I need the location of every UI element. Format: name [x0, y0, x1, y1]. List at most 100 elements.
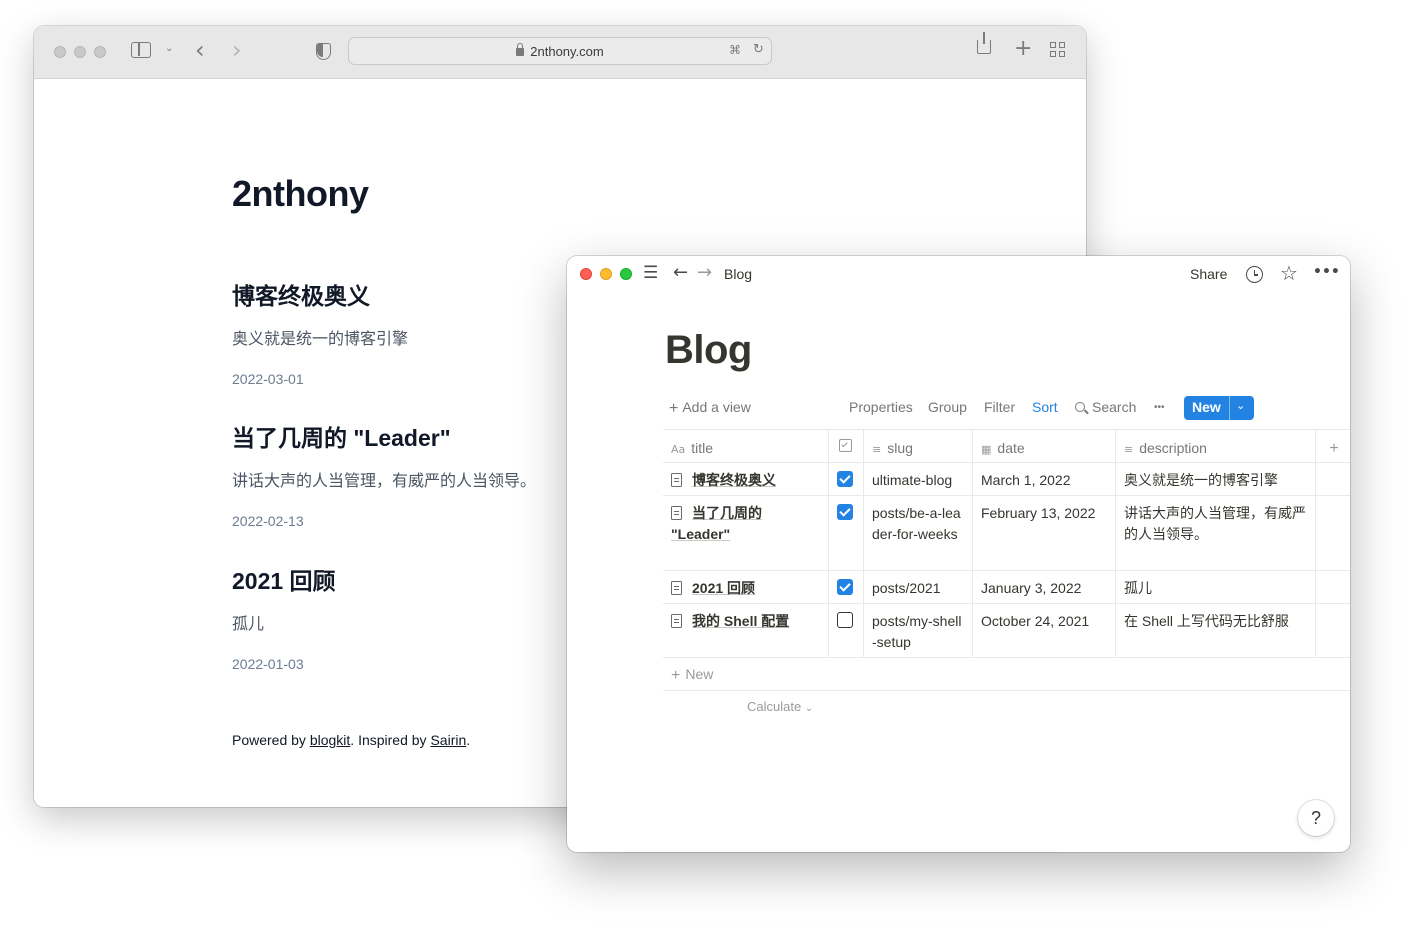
site-title[interactable]: 2nthony: [232, 173, 369, 215]
row-date[interactable]: February 13, 2022: [973, 496, 1116, 570]
column-header-title[interactable]: Aa title: [663, 430, 829, 462]
notion-window: ☰ ← → Blog Share ☆ ••• Blog + Add a view …: [567, 256, 1350, 852]
chevron-down-icon[interactable]: ⌄: [165, 43, 173, 54]
post-date: 2022-03-01: [232, 371, 304, 387]
page-icon: [671, 506, 682, 520]
new-record-button[interactable]: New ⌄: [1184, 396, 1254, 420]
new-row-area: [663, 658, 1350, 691]
properties-button[interactable]: Properties: [849, 399, 913, 415]
row-checkbox[interactable]: [837, 612, 853, 628]
url-text: 2nthony.com: [530, 44, 604, 59]
tab-overview-icon[interactable]: [1050, 42, 1066, 58]
back-arrow-icon[interactable]: ←: [673, 262, 688, 283]
column-header-slug[interactable]: ≡ slug: [864, 430, 973, 462]
calendar-icon: ▦: [981, 443, 992, 456]
table-row[interactable]: 博客终极奥义 ultimate-blog March 1, 2022 奥义就是统…: [663, 463, 1350, 496]
translate-icon[interactable]: ⌘: [729, 43, 741, 57]
post-title[interactable]: 2021 回顾: [232, 562, 336, 596]
column-header-description[interactable]: ≡ description: [1116, 430, 1316, 462]
row-date[interactable]: January 3, 2022: [973, 571, 1116, 603]
row-title[interactable]: 博客终极奥义: [692, 472, 776, 488]
calculate-button[interactable]: Calculate ⌄: [747, 699, 813, 714]
more-options-icon[interactable]: •••: [1313, 264, 1340, 280]
menu-icon[interactable]: ☰: [643, 263, 658, 283]
search-button[interactable]: Search: [1075, 399, 1136, 415]
sidebar-icon[interactable]: [131, 42, 151, 58]
text-lines-icon: ≡: [872, 443, 882, 456]
row-date[interactable]: October 24, 2021: [973, 604, 1116, 657]
row-description[interactable]: 孤儿: [1116, 571, 1316, 603]
row-checkbox[interactable]: [837, 471, 853, 487]
reload-icon[interactable]: ↻: [753, 42, 764, 57]
row-slug[interactable]: ultimate-blog: [864, 463, 973, 495]
share-icon[interactable]: [977, 32, 991, 54]
sort-button[interactable]: Sort: [1032, 399, 1058, 415]
page-title[interactable]: Blog: [665, 328, 752, 373]
row-title[interactable]: 我的 Shell 配置: [692, 613, 789, 629]
page-icon: [671, 581, 682, 595]
post-title[interactable]: 博客终极奥义: [232, 277, 408, 311]
site-footer: Powered by blogkit. Inspired by Sairin.: [232, 732, 471, 748]
add-row-button[interactable]: + New: [671, 666, 713, 684]
minimize-window-button[interactable]: [74, 46, 86, 58]
minimize-window-button[interactable]: [600, 268, 612, 280]
close-window-button[interactable]: [54, 46, 66, 58]
page-icon: [671, 473, 682, 487]
add-column-button[interactable]: +: [1316, 430, 1350, 462]
plus-icon: +: [1329, 440, 1339, 457]
column-header-date[interactable]: ▦ date: [973, 430, 1116, 462]
favorite-star-icon[interactable]: ☆: [1280, 261, 1298, 285]
zoom-window-button[interactable]: [620, 268, 632, 280]
row-checkbox[interactable]: [837, 579, 853, 595]
row-slug[interactable]: posts/my-shell-setup: [864, 604, 973, 657]
row-title[interactable]: 2021 回顾: [692, 580, 755, 596]
blog-post: 当了几周的 "Leader" 讲话大声的人当管理，有威严的人当领导。 2022-…: [232, 419, 536, 529]
more-icon[interactable]: •••: [1154, 402, 1165, 413]
history-clock-icon[interactable]: [1246, 266, 1263, 283]
post-description: 讲话大声的人当管理，有威严的人当领导。: [232, 473, 537, 490]
column-header-checkbox[interactable]: [829, 430, 864, 462]
chevron-down-icon: ⌄: [804, 703, 814, 714]
row-description[interactable]: 奥义就是统一的博客引擎: [1116, 463, 1316, 495]
search-icon: [1075, 402, 1089, 415]
table-row[interactable]: 我的 Shell 配置 posts/my-shell-setup October…: [663, 604, 1350, 658]
plus-icon: +: [671, 667, 681, 684]
help-button[interactable]: ?: [1298, 800, 1334, 836]
privacy-shield-icon[interactable]: [316, 43, 331, 60]
page-icon: [671, 614, 682, 628]
back-icon[interactable]: ‹: [195, 36, 205, 64]
blogkit-link[interactable]: blogkit: [310, 732, 350, 748]
forward-icon[interactable]: ›: [232, 36, 242, 64]
row-description[interactable]: 在 Shell 上写代码无比舒服: [1116, 604, 1316, 657]
group-button[interactable]: Group: [928, 399, 967, 415]
post-title[interactable]: 当了几周的 "Leader": [232, 419, 536, 453]
database-toolbar: + Add a view Properties Group Filter Sort…: [665, 396, 1350, 420]
table-row[interactable]: 当了几周的 "Leader" posts/be-a-leader-for-wee…: [663, 496, 1350, 571]
browser-toolbar: ⌄ ‹ › 2nthony.com ⌘ ↻ +: [34, 26, 1086, 79]
table-row[interactable]: 2021 回顾 posts/2021 January 3, 2022 孤儿: [663, 571, 1350, 604]
text-type-icon: Aa: [671, 443, 686, 456]
post-description: 奥义就是统一的博客引擎: [232, 331, 409, 348]
add-view-button[interactable]: + Add a view: [669, 399, 751, 417]
post-description: 孤儿: [232, 616, 265, 633]
breadcrumb[interactable]: Blog: [724, 266, 752, 282]
post-date: 2022-01-03: [232, 656, 304, 672]
row-slug[interactable]: posts/2021: [864, 571, 973, 603]
row-title[interactable]: 当了几周的 "Leader": [671, 505, 762, 542]
checkbox-type-icon: [839, 439, 852, 452]
filter-button[interactable]: Filter: [984, 399, 1015, 415]
text-lines-icon: ≡: [1124, 443, 1134, 456]
row-date[interactable]: March 1, 2022: [973, 463, 1116, 495]
share-button[interactable]: Share: [1190, 266, 1227, 282]
close-window-button[interactable]: [580, 268, 592, 280]
row-slug[interactable]: posts/be-a-leader-for-weeks: [864, 496, 973, 570]
row-checkbox[interactable]: [837, 504, 853, 520]
chevron-down-icon[interactable]: ⌄: [1236, 399, 1245, 412]
plus-icon: +: [669, 400, 679, 417]
row-description[interactable]: 讲话大声的人当管理，有威严的人当领导。: [1116, 496, 1316, 570]
sairin-link[interactable]: Sairin: [430, 732, 466, 748]
new-tab-icon[interactable]: +: [1014, 36, 1032, 61]
zoom-window-button[interactable]: [94, 46, 106, 58]
forward-arrow-icon[interactable]: →: [697, 262, 712, 283]
address-bar[interactable]: 2nthony.com ⌘ ↻: [348, 37, 772, 65]
